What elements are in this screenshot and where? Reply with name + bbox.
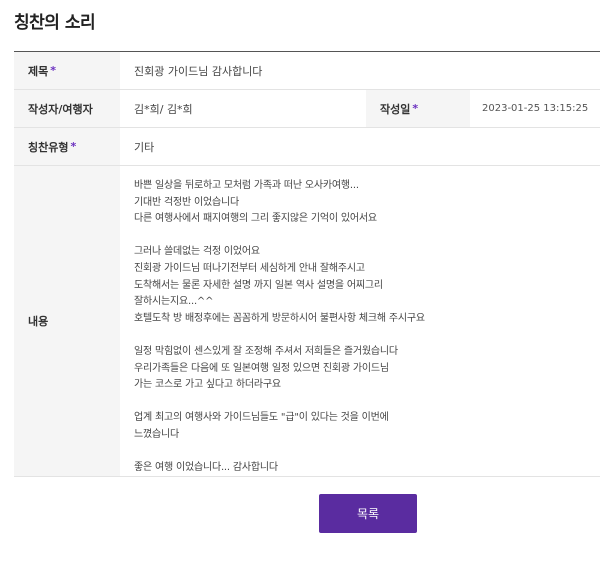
content-line: 그러나 쓸데없는 걱정 이었어요	[134, 246, 260, 258]
subject-label-text: 제목	[28, 64, 49, 78]
required-mark: *	[50, 64, 57, 77]
writer-value: 김*희/ 김*희	[134, 102, 193, 116]
content-body: 바쁜 일상을 뒤로하고 모처럼 가족과 떠난 오사카여행... 기대반 걱정반 …	[120, 166, 600, 476]
content-line: 좋은 여행 이었습니다... 감사합니다	[134, 462, 278, 474]
content-line: 일정 막힘없이 센스있게 잘 조정해 주셔서 저희들은 즐거웠습니다	[134, 345, 398, 357]
content-line: 우리가족들은 다음에 또 일본여행 일정 있으면 진회광 가이드님	[134, 362, 389, 374]
writer-label: 작성자/여행자	[14, 90, 120, 127]
content-line: 기대반 걱정반 이었습니다	[134, 196, 239, 208]
content-line	[134, 228, 586, 245]
required-mark: *	[70, 140, 77, 153]
subject-row: 제목 * 진회광 가이드님 감사합니다	[14, 52, 600, 90]
content-row: 내용 바쁜 일상을 뒤로하고 모처럼 가족과 떠난 오사카여행... 기대반 걱…	[14, 166, 600, 477]
content-line: 바쁜 일상을 뒤로하고 모처럼 가족과 떠난 오사카여행...	[134, 180, 359, 191]
required-mark: *	[412, 102, 419, 115]
content-label: 내용	[14, 166, 120, 476]
content-line: 도착해서는 물론 자세한 설명 까지 일본 역사 설명을 어찌그리	[134, 279, 383, 291]
list-button[interactable]: 목록	[319, 494, 417, 533]
writer-row: 작성자/여행자 김*희/ 김*희 작성일 * 2023-01-25 13:15:2…	[14, 90, 600, 128]
content-line: 다른 여행사에서 패지여행의 그리 좋지않은 기억이 있어서요	[134, 213, 377, 225]
page-title: 칭찬의 소리	[14, 13, 96, 33]
date-value: 2023-01-25 13:15:25	[482, 103, 589, 114]
date-label: 작성일 *	[366, 90, 470, 127]
date-label-text: 작성일	[380, 102, 411, 116]
content-line	[134, 444, 586, 461]
content-line: 잘하시는지요...^^	[134, 296, 214, 308]
type-row: 칭찬유형 * 기타	[14, 128, 600, 166]
content-line: 진회광 가이드님 떠나기전부터 세심하게 안내 잘해주시고	[134, 262, 365, 274]
content-line: 느꼈습니다	[134, 428, 179, 440]
type-label-text: 칭찬유형	[28, 140, 69, 154]
subject-label: 제목 *	[14, 52, 120, 89]
content-line: 업계 최고의 여행사와 가이드님들도 "급"이 있다는 것을 이번에	[134, 412, 389, 424]
content-line	[134, 327, 586, 344]
type-value: 기타	[134, 140, 155, 154]
subject-value: 진회광 가이드님 감사합니다	[134, 64, 263, 78]
content-line	[134, 394, 586, 411]
type-label: 칭찬유형 *	[14, 128, 120, 165]
content-line: 호텔도착 방 배정후에는 꼼꼼하게 방문하시어 불편사항 체크해 주시구요	[134, 312, 425, 324]
detail-table: 제목 * 진회광 가이드님 감사합니다 작성자/여행자 김*희/ 김*희 작성일 *…	[14, 51, 600, 477]
content-line: 가는 코스로 가고 싶다고 하더라구요	[134, 379, 281, 391]
